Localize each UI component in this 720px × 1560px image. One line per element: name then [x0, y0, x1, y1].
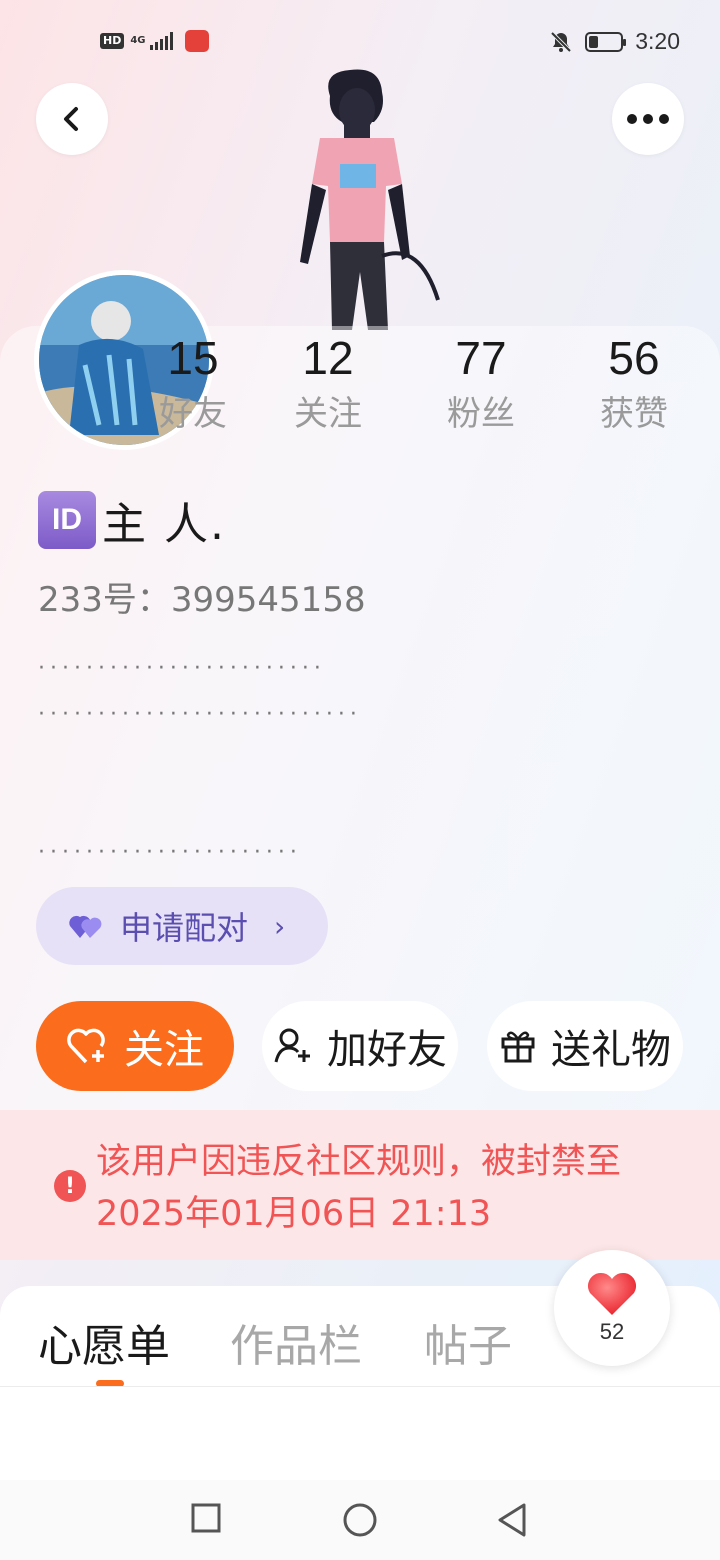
stat-label: 获赞 [600, 394, 668, 434]
network-type: 4G [130, 35, 146, 46]
app-notification-icon [185, 30, 210, 52]
like-count: 52 [599, 1319, 625, 1344]
system-nav-bar [0, 1480, 720, 1560]
ban-notice-text: 该用户因违反社区规则，被封禁至2025年01月06日 21:13 [96, 1142, 622, 1234]
stat-value: 77 [455, 332, 507, 384]
tabs-divider [0, 1386, 720, 1387]
send-gift-button[interactable]: 送礼物 [487, 1001, 683, 1091]
like-button[interactable]: 52 [554, 1250, 670, 1366]
pair-request-button[interactable]: 申请配对 › [36, 887, 328, 965]
pair-request-label: 申请配对 [120, 909, 249, 947]
tab-wishlist[interactable]: 心愿单 [38, 1310, 170, 1374]
gift-icon [501, 1031, 535, 1063]
bell-muted-icon [550, 31, 572, 52]
more-dots-icon [627, 114, 669, 124]
send-gift-label: 送礼物 [551, 1027, 671, 1073]
status-left: HD 4G [100, 30, 210, 52]
stat-likes[interactable]: 56 获赞 [574, 330, 694, 438]
add-friend-button[interactable]: 加好友 [262, 1001, 458, 1091]
hd-badge: HD [100, 33, 125, 49]
ban-notice: ! 该用户因违反社区规则，被封禁至2025年01月06日 21:13 [0, 1110, 720, 1260]
warning-icon: ! [54, 1170, 86, 1202]
tab-works[interactable]: 作品栏 [230, 1310, 362, 1374]
username: 主 人. [102, 499, 226, 550]
heart-icon [587, 1272, 637, 1315]
back-nav-button[interactable] [496, 1502, 528, 1538]
double-heart-icon [69, 915, 102, 938]
home-button[interactable] [342, 1502, 378, 1538]
id-badge-icon: ID [38, 491, 96, 549]
recent-apps-button[interactable] [190, 1502, 222, 1534]
character-illustration [300, 69, 440, 330]
chevron-left-icon [64, 107, 78, 131]
stat-value: 12 [302, 332, 354, 384]
stat-value: 15 [167, 332, 219, 384]
stat-fans[interactable]: 77 粉丝 [421, 330, 541, 438]
bio-line: ······················ [38, 840, 302, 865]
stat-following[interactable]: 12 关注 [268, 330, 388, 438]
tab-posts[interactable]: 帖子 [424, 1310, 512, 1374]
user-id: 233号：399545158 [38, 580, 366, 620]
bio-line: ························ [38, 656, 326, 681]
clock: 3:20 [635, 28, 680, 54]
stat-value: 56 [608, 332, 660, 384]
follow-button[interactable]: 关注 [36, 1001, 234, 1091]
stat-friends[interactable]: 15 好友 [133, 330, 253, 438]
bio-line: ··························· [38, 702, 362, 727]
add-user-icon [274, 1028, 310, 1063]
stat-label: 关注 [294, 394, 362, 434]
heart-plus-icon [67, 1028, 105, 1064]
battery-icon [585, 31, 627, 52]
chevron-right-icon: › [274, 909, 286, 943]
stat-label: 好友 [159, 394, 227, 434]
follow-label: 关注 [124, 1027, 204, 1073]
stat-label: 粉丝 [447, 394, 515, 434]
more-button[interactable] [612, 83, 684, 155]
signal-icon [150, 32, 174, 50]
add-friend-label: 加好友 [327, 1027, 447, 1073]
back-button[interactable] [36, 83, 108, 155]
stats-row: 15 好友 12 关注 77 粉丝 56 获赞 [0, 330, 720, 450]
username-row: ID 主 人. [38, 488, 226, 552]
status-right: 3:20 [549, 28, 680, 55]
